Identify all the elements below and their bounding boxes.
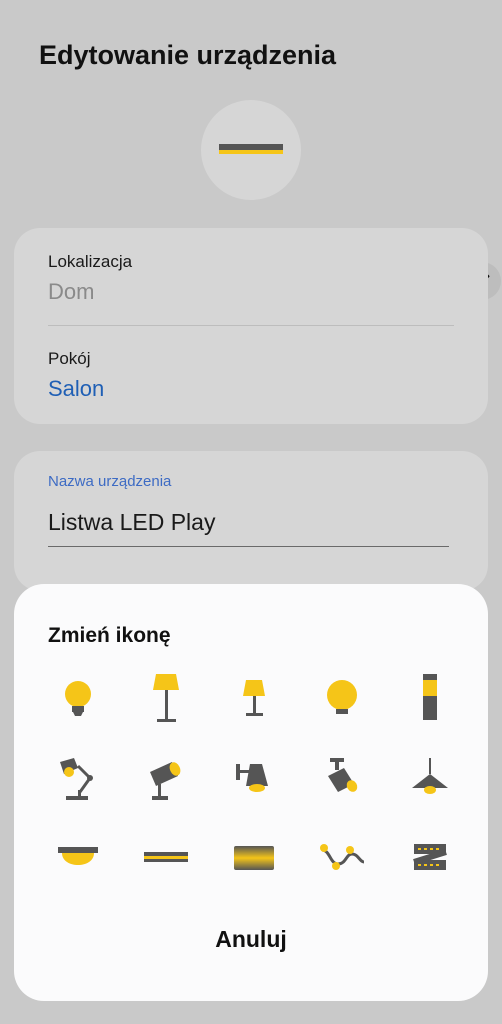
- bulb-icon[interactable]: [48, 668, 108, 728]
- location-label: Lokalizacja: [48, 252, 133, 271]
- divider: [48, 325, 454, 326]
- globe-lamp-icon[interactable]: [312, 668, 372, 728]
- ceiling-dome-icon[interactable]: [48, 828, 108, 888]
- floor-lamp-icon[interactable]: [136, 668, 196, 728]
- string-lights-icon[interactable]: [312, 828, 372, 888]
- device-icon-preview[interactable]: [201, 100, 501, 300]
- pillar-light-icon[interactable]: [400, 668, 460, 728]
- table-lamp-icon[interactable]: [224, 668, 284, 728]
- location-card: Lokalizacja Dom Pokój Salon: [14, 228, 488, 424]
- pendant-lamp-icon[interactable]: [400, 750, 460, 810]
- led-bar-icon[interactable]: [136, 828, 196, 888]
- desk-lamp-icon[interactable]: [48, 750, 108, 810]
- led-bar-icon: [219, 144, 283, 154]
- led-strip-icon[interactable]: [400, 828, 460, 888]
- room-label: Pokój: [48, 349, 91, 368]
- device-name-input[interactable]: Listwa LED Play: [48, 509, 449, 547]
- cancel-button[interactable]: Anuluj: [14, 926, 488, 953]
- room-value[interactable]: Salon: [48, 376, 104, 402]
- light-panel-icon[interactable]: [224, 828, 284, 888]
- change-icon-sheet: Zmień ikonę Anuluj: [14, 584, 488, 1001]
- page-title: Edytowanie urządzenia: [39, 40, 337, 70]
- location-value[interactable]: Dom: [48, 279, 94, 305]
- spotlight-icon[interactable]: [136, 750, 196, 810]
- device-name-label: Nazwa urządzenia: [48, 473, 172, 490]
- device-name-card: Nazwa urządzenia Listwa LED Play: [14, 451, 488, 591]
- sheet-title: Zmień ikonę: [48, 624, 171, 647]
- wall-lamp-icon[interactable]: [224, 750, 284, 810]
- ceiling-spot-icon[interactable]: [312, 750, 372, 810]
